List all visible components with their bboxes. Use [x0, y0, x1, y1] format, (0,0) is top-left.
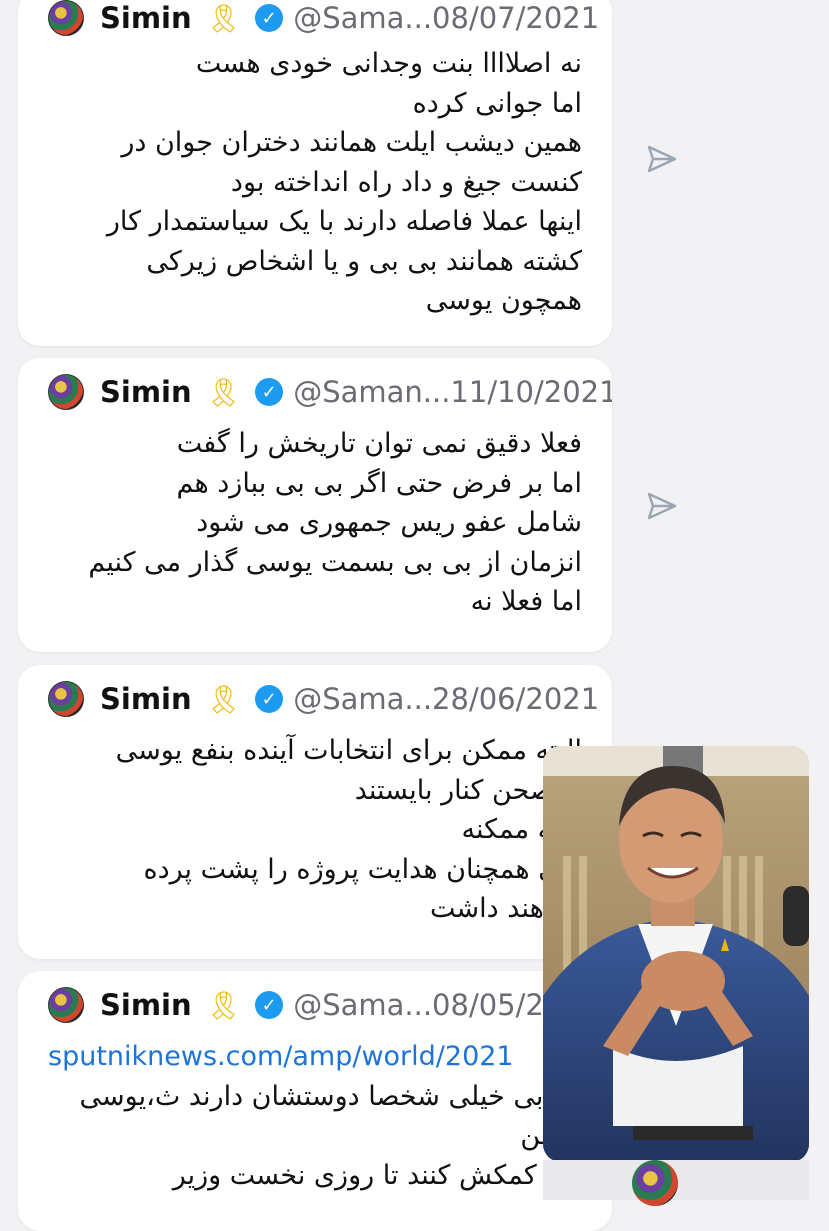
tweet-line: از صحن کنار بایستند: [354, 774, 582, 806]
tweet-line: کوهن: [48, 1116, 582, 1156]
verified-badge-icon: ✓: [255, 991, 284, 1019]
author-handle[interactable]: @Sama...: [293, 988, 432, 1022]
tweet-date: 11/10/2021: [450, 375, 612, 409]
yellow-ribbon-icon: 🎗: [205, 1, 242, 35]
tweet-line: شامل عفو ریس جمهوری می شود: [196, 507, 582, 538]
tweet-date: 28/06/2021: [432, 682, 600, 716]
yellow-ribbon-icon: 🎗: [205, 988, 242, 1022]
avatar[interactable]: [48, 681, 84, 717]
author-name[interactable]: Simin: [100, 1, 192, 35]
tweet-line: اما فعلا نه: [470, 586, 582, 617]
tweet-line: اما بر فرض حتی اگر بی بی ببازد هم: [176, 467, 582, 499]
avatar[interactable]: [632, 1160, 678, 1206]
yellow-ribbon-icon: 🎗: [205, 375, 242, 409]
tweet-line: انزمان از بی بی بسمت یوسی گذار می کنیم: [88, 546, 582, 578]
tweet-line: خواهند داشت: [430, 893, 582, 924]
send-icon[interactable]: [645, 489, 679, 523]
tweet-text: فعلا دقیق نمی توان تاریخش را گفت اما بر …: [48, 424, 582, 622]
tweet-line: البته ممکن برای انتخابات آینده بنفع یوسی: [115, 735, 582, 766]
tweet-date: 08/07/2021: [432, 1, 600, 35]
tweet-card-4[interactable]: Simin 🎗 ✓ @Sama... 08/05/2021 sputniknew…: [18, 971, 612, 1231]
tweet-line: اما جوانی کرده: [412, 87, 582, 119]
tweet-card-3[interactable]: Simin 🎗 ✓ @Sama... 28/06/2021 البته ممکن…: [18, 665, 612, 959]
avatar[interactable]: [48, 987, 84, 1023]
yellow-ribbon-icon: 🎗: [205, 682, 242, 716]
tweet-header: Simin 🎗 ✓ @Sama... 08/05/2021: [48, 985, 599, 1025]
video-frame: [543, 746, 809, 1162]
author-name[interactable]: Simin: [100, 375, 192, 409]
tweet-line: هرا کمکش کنند تا روزی نخست وزیر: [172, 1159, 582, 1191]
verified-badge-icon: ✓: [255, 685, 284, 713]
tweet-line: کنست جیغ و داد راه انداخته بود: [230, 166, 582, 198]
verified-badge-icon: ✓: [255, 4, 284, 32]
tweet-text: sputniknews.com/amp/world/2021 بی بی خیل…: [48, 1037, 582, 1195]
tweet-card-1[interactable]: Simin 🎗 ✓ @Sama... 08/07/2021 نه اصلاااا…: [18, 0, 612, 346]
author-handle[interactable]: @Sama...: [293, 1, 432, 35]
avatar[interactable]: [48, 0, 84, 36]
tweet-header: Simin 🎗 ✓ @Sama... 28/06/2021: [48, 679, 599, 719]
tweet-line: بی بی خیلی شخصا دوستشان دارند ث،یوسی: [79, 1080, 582, 1112]
send-icon[interactable]: [645, 142, 679, 176]
author-handle[interactable]: @Sama...: [293, 682, 432, 716]
tweet-line: فعلا دقیق نمی توان تاریخش را گفت: [176, 428, 582, 459]
author-name[interactable]: Simin: [100, 682, 192, 716]
tweet-line: نه اصلاااا بنت وجدانی خودی هست: [195, 48, 582, 79]
tweet-line: ولی همچنان هدایت پروژه را پشت پرده: [143, 853, 582, 885]
tweet-card-2[interactable]: Simin 🎗 ✓ @Saman... 11/10/2021 فعلا دقیق…: [18, 358, 612, 652]
tweet-line: همه ممکنه: [461, 814, 582, 845]
tweet-text: البته ممکن برای انتخابات آینده بنفع یوسی…: [48, 731, 582, 929]
tweet-header: Simin 🎗 ✓ @Sama... 08/07/2021: [48, 0, 599, 38]
avatar[interactable]: [48, 374, 84, 410]
verified-badge-icon: ✓: [255, 378, 284, 406]
tweet-line: کشته همانند بی بی و یا اشخاص زیرکی: [146, 245, 582, 277]
tweet-header: Simin 🎗 ✓ @Saman... 11/10/2021: [48, 372, 612, 412]
tweet-text: نه اصلاااا بنت وجدانی خودی هست اما جوانی…: [48, 44, 582, 321]
tweet-line: اینها عملا فاصله دارند با یک سیاستمدار ک…: [106, 206, 582, 237]
video-overlay[interactable]: [543, 746, 809, 1162]
author-handle[interactable]: @Saman...: [293, 375, 450, 409]
tweet-line: همین دیشب ایلت همانند دختران جوان در: [121, 127, 582, 158]
author-name[interactable]: Simin: [100, 988, 192, 1022]
tweet-link[interactable]: sputniknews.com/amp/world/2021: [48, 1037, 582, 1077]
tweet-line: همچون یوسی: [425, 285, 582, 316]
